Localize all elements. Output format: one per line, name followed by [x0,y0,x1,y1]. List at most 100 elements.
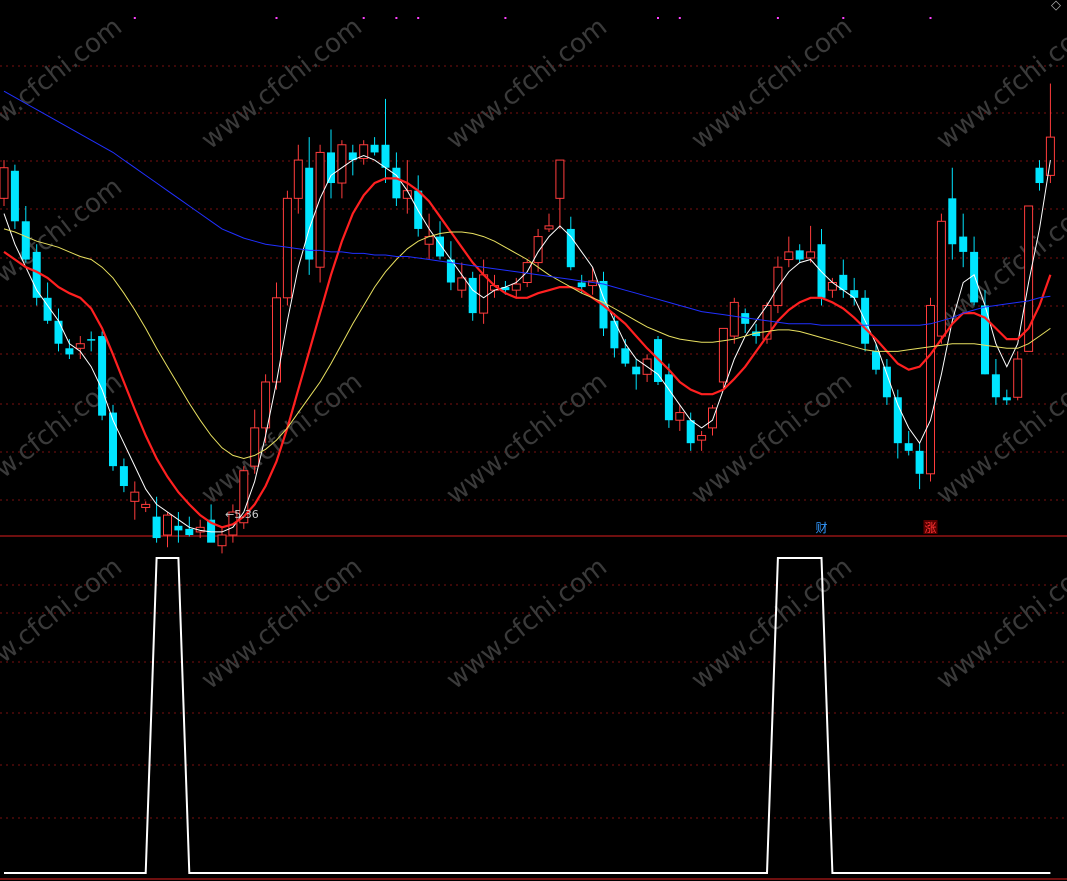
candle-body [392,167,401,199]
chart-canvas: www.cfchi.com www.cfchi.com www.cfchi.com w… [0,12,1067,880]
moving-averages [3,90,1052,533]
candle-body [904,443,913,451]
candle-body [130,491,140,502]
candle-body [305,167,314,260]
candle [468,271,477,321]
watermark-text: www.cfchi.com [196,12,368,156]
candle [795,244,804,263]
diamond-outline-icon[interactable]: ◇ [1051,0,1061,13]
candle [0,160,9,206]
candle-body [381,144,390,168]
top-marker [395,17,398,19]
candle [741,308,750,333]
top-marker [362,17,365,19]
candle-body [479,274,489,314]
candle-body [795,250,804,260]
candle [904,430,913,456]
candle-body [544,225,554,230]
candle [915,443,924,490]
candle-body [729,301,739,337]
candle [43,282,52,324]
watermark-text: www.cfchi.com [0,367,128,511]
watermark-text: www.cfchi.com [0,552,128,696]
top-marker [133,17,136,19]
event-marker: 涨 [923,520,938,535]
candle-body [10,170,19,222]
low-price-label: ←5.36 [225,508,259,521]
candle-body [163,514,172,536]
candle [817,228,826,306]
candle [1013,351,1023,401]
candle [1045,83,1055,184]
candle-body [21,221,30,260]
candle-body [87,339,96,341]
candle-body [119,466,128,487]
candle [119,458,128,493]
candle-body [1002,397,1011,401]
candle-body [533,236,543,264]
top-marker [657,17,659,19]
candle-body [75,343,85,349]
watermark-text: www.cfchi.com [931,552,1067,696]
candle [65,339,74,360]
candle-body [926,304,935,475]
candle [54,308,63,352]
candle [1002,389,1011,405]
top-marker [842,17,845,19]
candle-body [827,282,837,291]
candles [0,83,1055,554]
candle [293,144,303,214]
candle [991,359,1000,405]
candle-body [621,348,630,364]
candle-body [784,251,794,261]
candle-body [174,525,183,531]
candle-body [915,450,924,474]
candle-body [98,336,107,416]
candle [109,404,117,471]
candle-body [566,228,575,268]
candle-body [185,528,194,535]
top-marker [678,17,681,19]
candle [948,167,957,260]
candle [588,267,598,295]
candle-body [872,351,880,370]
watermark-text: www.cfchi.com [441,552,613,696]
ma-line [3,154,1051,533]
candle [686,412,695,451]
candle [305,137,314,275]
candle-body [54,320,63,344]
candle [381,98,390,184]
candle [773,256,783,314]
candle-body [1013,358,1023,398]
candle-body [936,220,946,337]
top-markers [133,17,932,19]
candle [729,297,739,344]
watermark-text: www.cfchi.com [196,367,368,511]
watermark-text: www.cfchi.com [686,12,858,156]
candle [174,512,183,543]
candle-body [468,277,477,314]
watermark-text: www.cfchi.com [686,552,858,696]
candle [893,389,902,459]
candle [250,409,260,474]
candle [872,343,880,375]
candle [566,216,575,271]
candle-body [1045,136,1055,176]
candle [21,205,30,263]
candle [555,159,565,229]
candle-body [217,534,227,547]
top-marker [504,17,507,19]
candle-body [0,167,9,199]
candle-body [991,374,1000,398]
candle [827,277,837,298]
candle [446,241,455,291]
candle-body [817,244,826,298]
candle [130,481,140,520]
candle-body [141,503,151,508]
candle [936,213,946,344]
candle [926,297,935,482]
candle-body [959,236,968,252]
top-marker [417,17,420,19]
candle-body [948,198,957,245]
top-marker [929,17,932,19]
